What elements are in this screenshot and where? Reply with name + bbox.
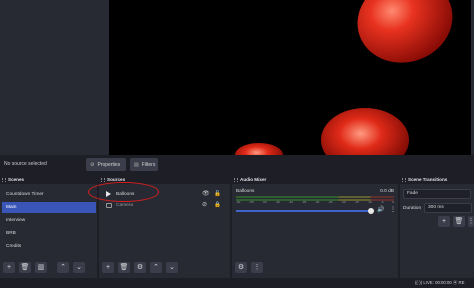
meter-tick: -25: [328, 200, 333, 204]
remove-scene-button[interactable]: 🗑: [19, 262, 31, 273]
meter-tick: -15: [354, 200, 359, 204]
drag-grip-icon[interactable]: [402, 178, 406, 182]
add-transition-button[interactable]: +: [438, 216, 450, 227]
transitions-title: Scene Transitions: [408, 177, 448, 182]
properties-button[interactable]: ⚙ Properties: [86, 158, 126, 171]
move-up-button[interactable]: ⌃: [150, 262, 162, 273]
unlock-icon[interactable]: 🔓: [214, 189, 221, 200]
meter-tick: -35: [301, 200, 307, 204]
camera-icon: [106, 203, 112, 208]
audio-mixer-dock: Audio Mixer Balloons 0.0 dB -60 -55 -50 …: [232, 176, 398, 278]
audio-mixer-title: Audio Mixer: [240, 177, 267, 182]
scenes-toolbar: + 🗑 ▥ ⌃ ⌄: [0, 262, 97, 274]
meter-tick: -55: [249, 200, 254, 204]
scenes-dock: Scenes Countdown Timer Main Interview BR…: [0, 176, 97, 278]
meter-tick: -60: [236, 200, 241, 204]
meter-tick: -30: [314, 200, 320, 204]
status-bar: ((·)) LIVE: 00:00:00 ⦿ RE: [0, 278, 474, 288]
meter-tick: -20: [341, 200, 346, 204]
move-down-button[interactable]: ⌄: [73, 262, 85, 273]
meter-tick: -45: [275, 200, 280, 204]
live-label: LIVE: 00:00:00: [423, 280, 452, 285]
scene-item-selected[interactable]: Main: [2, 202, 96, 213]
scene-transitions-dock: Scene Transitions Fade Duration 300 ms +…: [400, 176, 474, 278]
transition-type-select[interactable]: Fade: [403, 189, 471, 199]
rec-icon: ⦿: [453, 280, 458, 285]
more-options-icon[interactable]: ⋮: [390, 206, 396, 213]
remove-source-button[interactable]: 🗑: [118, 262, 130, 273]
drag-grip-icon[interactable]: [101, 178, 105, 182]
volume-slider-track[interactable]: [236, 210, 370, 212]
meter-tick: 0: [392, 200, 394, 204]
scene-filters-button[interactable]: ▥: [35, 262, 47, 273]
meter-tick: -40: [288, 200, 293, 204]
move-down-button[interactable]: ⌄: [166, 262, 178, 273]
meter-ticks: -60 -55 -50 -45 -40 -35 -30 -25 -20 -15 …: [236, 200, 394, 204]
mixer-db-readout: 0.0 dB: [380, 189, 394, 194]
scene-item[interactable]: Interview: [2, 215, 96, 226]
remove-transition-button[interactable]: 🗑: [453, 216, 465, 227]
duration-input[interactable]: 300 ms: [424, 203, 472, 213]
filters-label: Filters: [141, 161, 156, 168]
mixer-channel-name: Balloons: [236, 189, 255, 194]
balloons-video: [235, 0, 453, 155]
transition-menu-button[interactable]: ⋮: [468, 216, 474, 227]
add-source-button[interactable]: +: [102, 262, 114, 273]
transitions-header: Scene Transitions: [400, 176, 474, 184]
filters-button[interactable]: ▤ Filters: [130, 158, 158, 171]
scene-item[interactable]: BRB: [2, 228, 96, 239]
meter-tick: -10: [367, 200, 372, 204]
properties-label: Properties: [97, 161, 121, 168]
lock-icon[interactable]: 🔒: [214, 200, 221, 211]
filter-icon: ▤: [134, 161, 139, 168]
live-icon: ((·)): [415, 280, 423, 285]
mixer-settings-button[interactable]: ⚙: [235, 262, 247, 273]
highlight-circle: [88, 182, 159, 202]
gear-icon: ⚙: [90, 161, 95, 168]
add-scene-button[interactable]: +: [3, 262, 15, 273]
drag-grip-icon[interactable]: [234, 178, 238, 182]
selection-status: No source selected: [4, 161, 47, 167]
meter-tick: -5: [380, 200, 384, 204]
speaker-icon[interactable]: 🔊: [377, 206, 384, 213]
sources-toolbar: + 🗑 ⚙ ⌃ ⌄: [99, 262, 230, 274]
live-timer: ((·)) LIVE: 00:00:00 ⦿ RE: [415, 280, 464, 286]
rec-label: RE: [458, 280, 465, 285]
eye-hidden-icon[interactable]: ⊘: [202, 200, 207, 211]
scene-item[interactable]: Countdown Timer: [2, 189, 96, 200]
scenes-header: Scenes: [0, 176, 97, 184]
move-up-button[interactable]: ⌃: [57, 262, 69, 273]
meter-tick: -50: [262, 200, 267, 204]
mixer-menu-button[interactable]: ⋮: [251, 262, 263, 273]
audio-mixer-header: Audio Mixer: [232, 176, 398, 184]
context-bar: No source selected ⚙ Properties ▤ Filter…: [0, 156, 474, 174]
drag-grip-icon[interactable]: [2, 178, 6, 182]
obs-window: No source selected ⚙ Properties ▤ Filter…: [0, 0, 474, 288]
volume-meter: [236, 196, 394, 198]
eye-icon[interactable]: 👁: [202, 189, 210, 200]
scene-item[interactable]: Credits: [2, 241, 96, 252]
source-properties-button[interactable]: ⚙: [134, 262, 146, 273]
mixer-toolbar: ⚙ ⋮: [232, 262, 398, 274]
duration-label: Duration: [403, 206, 422, 211]
scenes-list: Countdown Timer Main Interview BRB Credi…: [0, 186, 97, 260]
volume-slider-thumb[interactable]: [368, 208, 374, 214]
scenes-title: Scenes: [8, 177, 25, 182]
preview-canvas[interactable]: [109, 0, 471, 155]
